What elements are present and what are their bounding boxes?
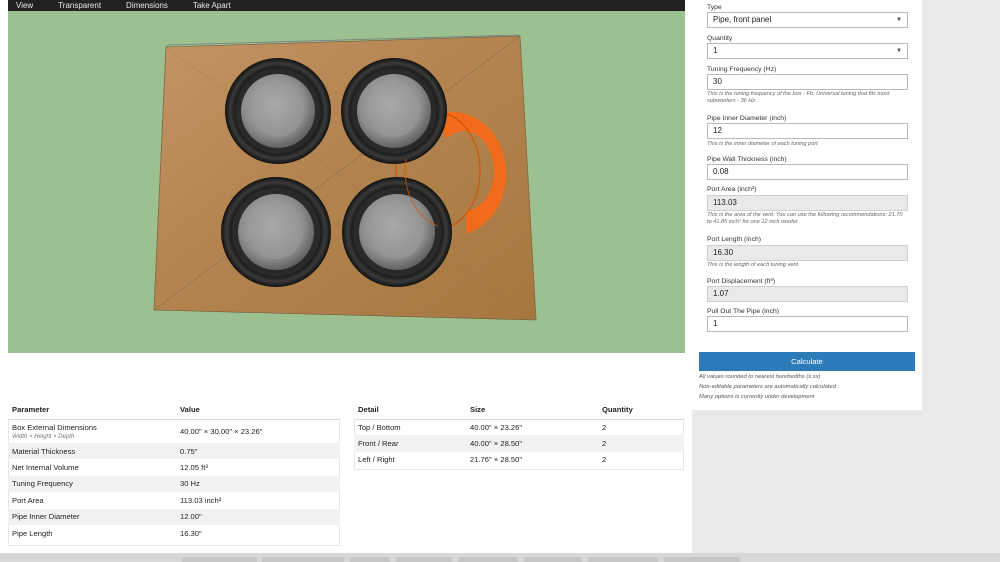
col-value: Value	[176, 401, 340, 420]
tuning-frequency-input[interactable]: 30	[707, 74, 908, 90]
param-subtext: Width × Height × Depth	[12, 433, 75, 440]
table-row: Box External Dimensions Width × Height × …	[8, 419, 340, 443]
settings-panel: Type Pipe, front panel ▼ Quantity 1 ▼ Tu…	[692, 0, 922, 410]
wall-thickness-label: Pipe Wall Thickness (inch)	[707, 156, 787, 163]
table-row: Material Thickness 0.75"	[8, 443, 340, 460]
chevron-down-icon: ▼	[896, 17, 902, 23]
col-quantity: Quantity	[598, 401, 684, 420]
param-name: Net Internal Volume	[12, 463, 79, 473]
param-value: 16.30"	[180, 528, 202, 538]
woofer-bottom-left	[221, 177, 331, 287]
detail-name: Front / Rear	[354, 435, 466, 452]
menu-view[interactable]: View	[16, 0, 33, 11]
param-value: 0.75"	[176, 443, 340, 460]
detail-size: 21.76" × 28.50"	[470, 455, 523, 465]
port-displacement-label: Port Displacement (ft³)	[707, 278, 775, 285]
woofer-top-left	[225, 58, 331, 164]
detail-qty: 2	[602, 455, 607, 465]
quantity-value: 1	[713, 46, 718, 55]
detail-qty: 2	[598, 435, 684, 452]
parameters-table: Parameter Value Box External Dimensions W…	[8, 401, 340, 541]
param-name: Box External Dimensions	[12, 422, 97, 432]
bottom-tab[interactable]	[350, 557, 390, 562]
port-area-label: Port Area (inch²)	[707, 186, 757, 193]
viewer-menubar: View Transparent Dimensions Take Apart	[8, 0, 685, 11]
param-value: 12.05 ft³	[180, 463, 208, 473]
param-name: Material Thickness	[8, 443, 176, 460]
note-rounding: All values rounded to nearest hundredths…	[699, 374, 821, 380]
bottom-tab[interactable]	[262, 557, 344, 562]
type-value: Pipe, front panel	[713, 15, 772, 24]
quantity-select[interactable]: 1 ▼	[707, 43, 908, 59]
tuning-frequency-label: Tuning Frequency (Hz)	[707, 66, 777, 73]
detail-name: Left / Right	[358, 455, 395, 465]
note-noneditable: Non-editable parameters are automaticall…	[699, 384, 836, 390]
menu-transparent[interactable]: Transparent	[58, 0, 101, 11]
box-render	[153, 34, 537, 321]
bottom-tab[interactable]	[588, 557, 658, 562]
col-size: Size	[466, 401, 598, 420]
detail-size: 40.00" × 23.26"	[470, 422, 523, 432]
woofer-bottom-right	[342, 177, 452, 287]
menu-take-apart[interactable]: Take Apart	[193, 0, 231, 11]
table-row: Top / Bottom 40.00" × 23.26" 2	[354, 419, 684, 435]
table-row: Pipe Length 16.30"	[8, 525, 340, 541]
col-detail: Detail	[354, 401, 466, 420]
type-label: Type	[707, 4, 722, 11]
type-select[interactable]: Pipe, front panel ▼	[707, 12, 908, 28]
chevron-down-icon: ▼	[896, 48, 902, 54]
bottom-tab[interactable]	[396, 557, 452, 562]
pipe-diameter-input[interactable]: 12	[707, 123, 908, 139]
quantity-label: Quantity	[707, 35, 733, 42]
table-row: Port Area 113.03 inch²	[8, 492, 340, 508]
main-panel: View Transparent Dimensions Take Apart P…	[0, 0, 692, 553]
woofer-top-right	[341, 58, 447, 164]
port-area-field: 113.03	[707, 195, 908, 211]
param-name: Pipe Length	[12, 528, 53, 538]
table-row: Left / Right 21.76" × 28.50" 2	[354, 452, 684, 468]
3d-viewport[interactable]	[8, 11, 685, 353]
port-length-field: 16.30	[707, 245, 908, 261]
table-row: Pipe Inner Diameter 12.00"	[8, 508, 340, 525]
bottom-tab[interactable]	[182, 557, 257, 562]
port-displacement-field: 1.07	[707, 286, 908, 302]
bottom-tab[interactable]	[458, 557, 518, 562]
menu-dimensions[interactable]: Dimensions	[126, 0, 168, 11]
cut-list-table: Detail Size Quantity Top / Bottom 40.00"…	[354, 401, 684, 468]
tuning-frequency-help: This is the tuning frequency of the box …	[707, 91, 890, 104]
param-name: Tuning Frequency	[8, 475, 176, 493]
pipe-diameter-label: Pipe Inner Diameter (inch)	[707, 115, 787, 122]
pull-out-label: Pull Out The Pipe (inch)	[707, 308, 780, 315]
param-value: 12.00"	[176, 508, 340, 525]
calculate-button[interactable]: Calculate	[699, 352, 915, 371]
table-row: Tuning Frequency 30 Hz	[8, 475, 340, 493]
port-area-help: This is the area of the vent. You can us…	[707, 212, 903, 225]
table-row: Net Internal Volume 12.05 ft³	[8, 459, 340, 475]
box-front-panel	[153, 35, 537, 321]
detail-size: 40.00" × 28.50"	[466, 435, 598, 452]
note-development: Many options is currently under developm…	[699, 394, 815, 400]
table-row: Front / Rear 40.00" × 28.50" 2	[354, 435, 684, 452]
port-length-help: This is the length of each tuning vent	[707, 262, 799, 268]
param-name: Port Area	[12, 495, 44, 505]
col-parameter: Parameter	[8, 401, 176, 420]
param-value: 113.03 inch²	[180, 495, 222, 505]
bottom-tab[interactable]	[524, 557, 582, 562]
pipe-diameter-help: This is the inner diameter of each tunin…	[707, 141, 818, 147]
bottom-tab[interactable]	[664, 557, 740, 562]
detail-qty: 2	[602, 422, 607, 432]
port-length-label: Port Length (inch)	[707, 236, 762, 243]
pull-out-input[interactable]: 1	[707, 316, 908, 332]
param-value: 40.00" × 30.00" × 23.26"	[180, 426, 263, 436]
detail-name: Top / Bottom	[358, 422, 401, 432]
param-value: 30 Hz	[176, 475, 340, 493]
param-name: Pipe Inner Diameter	[8, 508, 176, 525]
wall-thickness-input[interactable]: 0.08	[707, 164, 908, 180]
